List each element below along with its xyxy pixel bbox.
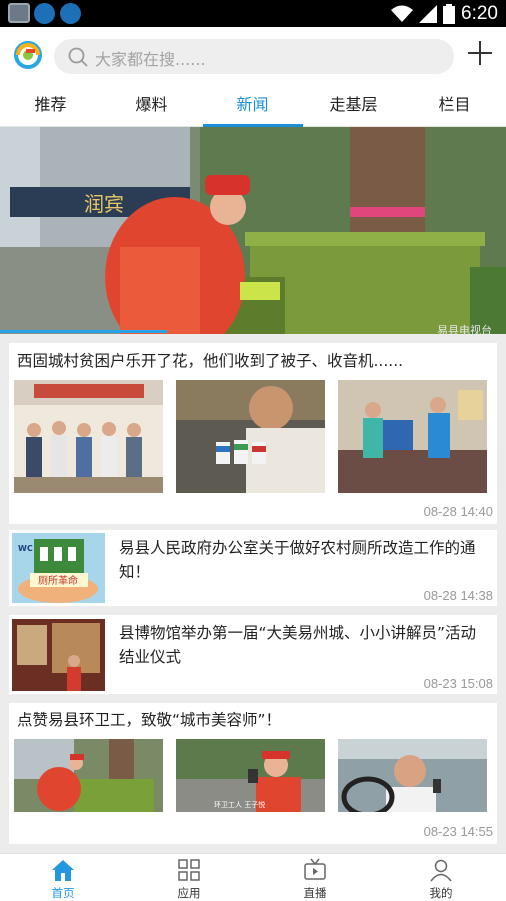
banner-progress-bar — [0, 330, 167, 333]
nav-apps[interactable]: 应用 — [126, 854, 252, 901]
news-title: 易县人民政府办公室关于做好农村厕所改造工作的通知！ — [119, 539, 476, 581]
status-bar: 6:20 — [0, 0, 506, 27]
nav-label: 应用 — [177, 886, 201, 900]
plus-icon[interactable] — [466, 39, 494, 67]
tv-app-icon — [60, 3, 81, 24]
nav-home[interactable]: 首页 — [0, 854, 126, 901]
apps-grid-icon — [178, 859, 200, 881]
news-title: 县博物馆举办第一届“大美易州城、小小讲解员”活动结业仪式 — [119, 624, 477, 666]
tv-app-icon — [34, 3, 55, 24]
news-thumbnail — [12, 619, 105, 691]
nav-profile[interactable]: 我的 — [378, 854, 504, 901]
search-input[interactable]: 大家都在搜...... — [54, 39, 454, 74]
search-icon — [68, 47, 88, 67]
home-icon — [52, 860, 74, 881]
news-thumbnail — [338, 739, 487, 812]
news-card[interactable]: 县博物馆举办第一届“大美易州城、小小讲解员”活动结业仪式 08-23 15:08 — [9, 615, 497, 694]
tab-news[interactable]: 新闻 — [202, 85, 303, 127]
news-thumbnail — [176, 380, 325, 493]
news-time: 08-28 14:40 — [423, 504, 493, 519]
news-time: 08-23 15:08 — [423, 676, 493, 691]
news-card[interactable]: 西固城村贫困户乐开了花，他们收到了被子、收音机...... 08-28 14:4… — [9, 343, 497, 524]
news-title: 点赞易县环卫工，致敬“城市美容师”！ — [17, 711, 282, 729]
banner-watermark: 易县电视台 — [437, 324, 492, 334]
signal-icon — [419, 5, 438, 23]
top-header: 大家都在搜...... — [0, 27, 506, 85]
news-time: 08-23 14:55 — [423, 824, 493, 839]
nav-live[interactable]: 直播 — [252, 854, 378, 901]
thumb-caption: 环卫工人 王子悦 — [214, 800, 265, 809]
gallery-icon — [8, 3, 30, 23]
news-card[interactable]: WC 厕所革命 易县人民政府办公室关于做好农村厕所改造工作的通知！ 08-28 … — [9, 530, 497, 606]
news-time: 08-28 14:38 — [423, 588, 493, 603]
news-thumbnail: WC 厕所革命 — [12, 533, 105, 603]
news-thumbnail — [14, 739, 163, 812]
battery-icon — [443, 4, 456, 24]
app-logo-icon[interactable] — [14, 41, 42, 69]
news-title: 西固城村贫困户乐开了花，他们收到了被子、收音机...... — [17, 352, 404, 370]
news-card[interactable]: 点赞易县环卫工，致敬“城市美容师”！ 环卫工人 王子悦 08-23 14:55 — [9, 703, 497, 844]
banner-carousel[interactable]: 润宾 易县电视台 — [0, 127, 506, 334]
news-thumbnail — [338, 380, 487, 493]
news-thumbnail — [14, 380, 163, 493]
tab-columns[interactable]: 栏目 — [404, 85, 505, 127]
bottom-navigation: 首页 应用 直播 我的 — [0, 853, 506, 901]
banner-sign: 润宾 — [84, 192, 124, 216]
nav-label: 首页 — [51, 886, 75, 900]
search-placeholder: 大家都在搜...... — [95, 50, 206, 69]
nav-label: 直播 — [303, 886, 327, 900]
news-thumbnail: 环卫工人 王子悦 — [176, 739, 325, 812]
nav-label: 我的 — [429, 886, 453, 900]
wifi-icon — [391, 5, 414, 22]
tab-recommend[interactable]: 推荐 — [0, 85, 101, 127]
live-tv-icon — [304, 858, 326, 880]
clock: 6:20 — [461, 3, 498, 24]
category-tabs: 推荐 爆料 新闻 走基层 栏目 — [0, 85, 506, 127]
tab-grassroots[interactable]: 走基层 — [303, 85, 404, 127]
banner-image: 润宾 — [0, 127, 506, 334]
thumb-badge: WC — [18, 544, 33, 553]
thumb-text: 厕所革命 — [38, 574, 78, 587]
tab-tips[interactable]: 爆料 — [101, 85, 202, 127]
person-icon — [430, 859, 452, 882]
